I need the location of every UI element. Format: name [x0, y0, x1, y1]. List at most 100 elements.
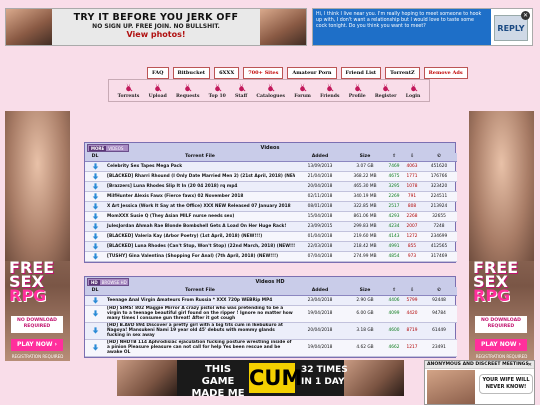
column-header[interactable]: DL — [85, 153, 105, 162]
nav-icon-top-10[interactable]: Top 10 — [209, 82, 226, 99]
download-icon[interactable] — [92, 310, 99, 317]
close-icon[interactable]: ✕ — [528, 362, 532, 368]
table-row: [BLACKED] Luna Rhodes (Can't Stop, Won't… — [85, 241, 457, 252]
file-size: 274.99 MB — [345, 251, 385, 262]
play-now-button[interactable]: PLAY NOW › — [11, 339, 63, 351]
bottom-banner-ad[interactable]: THIS GAME MADE ME CUM 32 TIMES IN 1 DAY — [117, 360, 404, 396]
torrent-title[interactable]: MomXXX Susie Q (They Asian MILF nurse ne… — [105, 211, 295, 222]
nav-bitbucket[interactable]: Bitbucket — [172, 67, 211, 79]
nav-icon-torrents[interactable]: Torrents — [118, 82, 139, 99]
torrent-title[interactable]: [HD] SIMS! 802 Maggie Mirror A crazy pis… — [105, 305, 295, 323]
download-icon[interactable] — [92, 232, 99, 240]
nav-faq[interactable]: FAQ — [147, 67, 169, 79]
download-cell[interactable] — [85, 211, 105, 222]
column-header[interactable]: © — [421, 287, 457, 296]
torrent-title[interactable]: [HD] NHDTB 114 Aphrodisiac ejaculation f… — [105, 339, 295, 357]
download-icon[interactable] — [92, 202, 99, 210]
nav-torrentz[interactable]: TorrentZ — [385, 67, 420, 79]
column-header[interactable]: Size — [345, 287, 385, 296]
torrent-title[interactable]: [Brazzers] Luna Rhodes Slip It In (20 04… — [105, 181, 295, 192]
nav-icon-requests[interactable]: Requests — [176, 82, 199, 99]
torrent-title[interactable]: JulesJordan Ahmah Rae Blonde Bombshell G… — [105, 221, 295, 232]
nav-icon-friends[interactable]: Friends — [320, 82, 340, 99]
play-now-button[interactable]: PLAY NOW › — [475, 339, 527, 351]
column-header[interactable]: ⇩ — [403, 153, 421, 162]
download-cell[interactable] — [85, 295, 105, 306]
seeders: 4293 — [385, 211, 403, 222]
column-header[interactable]: Torrent File — [105, 153, 295, 162]
column-header[interactable]: ⇧ — [385, 153, 403, 162]
table-row: [TUSHY] Gina Valentina (Shopping For Ana… — [85, 251, 457, 262]
download-cell[interactable] — [85, 322, 105, 340]
column-header[interactable]: Added — [295, 153, 345, 162]
column-header[interactable]: Torrent File — [105, 287, 295, 296]
ad-cta[interactable]: View photos! — [58, 30, 254, 39]
close-icon[interactable]: ✕ — [521, 11, 530, 20]
torrent-title[interactable]: MilfHunter Alexis Fawx (Fierce fawx) 02 … — [105, 191, 295, 202]
torrent-title[interactable]: [TUSHY] Gina Valentina (Shopping For Ana… — [105, 251, 295, 262]
more-videos-badge[interactable]: MORE VIDEOS — [87, 144, 129, 152]
download-icon[interactable] — [92, 212, 99, 220]
nav-700-sites[interactable]: 700+ Sites — [243, 67, 284, 79]
added-date: 23/04/2018 — [295, 295, 345, 306]
download-cell[interactable] — [85, 305, 105, 323]
download-icon[interactable] — [92, 296, 99, 304]
download-cell[interactable] — [85, 181, 105, 192]
download-icon[interactable] — [92, 182, 99, 190]
torrent-title[interactable]: [BLACKED] Valeria Kay (Arbor Poetry) (1s… — [105, 231, 295, 242]
nav-remove-ads[interactable]: Remove Ads — [423, 67, 468, 79]
torrent-title[interactable]: X Art Jessica (Work It Say at the Office… — [105, 201, 295, 212]
browse-hd-badge[interactable]: HD BROWSE HD — [87, 278, 129, 286]
torrent-title[interactable]: [BLACKED] Rharri Rhound (I Only Date Mar… — [105, 171, 295, 182]
table-row: [Brazzers] Luna Rhodes Slip It In (20 04… — [85, 181, 457, 192]
download-icon[interactable] — [92, 192, 99, 200]
download-cell[interactable] — [85, 221, 105, 232]
torrent-title[interactable]: Teenage Anal Virgin Amateurs From Russia… — [105, 295, 295, 306]
column-header[interactable]: Added — [295, 287, 345, 296]
download-cell[interactable] — [85, 161, 105, 172]
nav-icon-staff[interactable]: Staff — [235, 82, 247, 99]
column-header[interactable]: Size — [345, 153, 385, 162]
meetings-ad[interactable]: ANONYMOUS AND DISCREET MEETINGS ✕ YOUR W… — [424, 360, 535, 405]
column-header[interactable]: ⇩ — [403, 287, 421, 296]
top-banner-ad[interactable]: TRY IT BEFORE YOU JERK OFF NO SIGN UP. F… — [5, 8, 307, 46]
download-icon[interactable] — [92, 242, 99, 250]
nav-icon-register[interactable]: Register — [375, 82, 397, 99]
column-header[interactable]: DL — [85, 287, 105, 296]
nav-icon-upload[interactable]: Upload — [149, 82, 167, 99]
nav-icon-login[interactable]: Login — [406, 82, 420, 99]
table-row: MilfHunter Alexis Fawx (Fierce fawx) 02 … — [85, 191, 457, 202]
side-ad-left[interactable]: FREE SEX RPG NO DOWNLOAD REQUIRED PLAY NOW… — [5, 111, 70, 361]
download-cell[interactable] — [85, 231, 105, 242]
nav-icon-profile[interactable]: Profile — [349, 82, 366, 99]
download-icon[interactable] — [92, 222, 99, 230]
download-icon[interactable] — [92, 327, 99, 334]
added-date: 20/04/2018 — [295, 181, 345, 192]
download-cell[interactable] — [85, 201, 105, 212]
nav-icon-forum[interactable]: Forum — [294, 82, 311, 99]
download-cell[interactable] — [85, 241, 105, 252]
table-row: [BLACKED] Rharri Rhound (I Only Date Mar… — [85, 171, 457, 182]
column-header[interactable]: © — [421, 153, 457, 162]
nav-amateur-porn[interactable]: Amateur Porn — [287, 67, 337, 79]
column-header[interactable]: ⇧ — [385, 287, 403, 296]
ad-text-left: THIS GAME MADE ME — [191, 364, 245, 396]
download-icon[interactable] — [92, 252, 99, 260]
download-cell[interactable] — [85, 191, 105, 202]
download-icon[interactable] — [92, 162, 99, 170]
nav-friend-list[interactable]: Friend List — [340, 67, 382, 79]
download-icon[interactable] — [92, 344, 99, 351]
download-cell[interactable] — [85, 171, 105, 182]
chat-ad[interactable]: Hi, I think I live near you. I'm really … — [312, 8, 533, 46]
side-ad-right[interactable]: FREE SEX RPG NO DOWNLOAD REQUIRED PLAY NOW… — [469, 111, 534, 361]
nav-6xxx[interactable]: 6XXX — [214, 67, 240, 79]
download-cell[interactable] — [85, 339, 105, 357]
seeders: 4675 — [385, 171, 403, 182]
torrent-title[interactable]: [HD] B.AVD 894 Discover a pretty girl wi… — [105, 322, 295, 340]
download-icon[interactable] — [92, 172, 99, 180]
download-cell[interactable] — [85, 251, 105, 262]
nav-icon-catalogues[interactable]: Catalogues — [256, 82, 285, 99]
torrent-title[interactable]: [BLACKED] Luna Rhodes (Can't Stop, Won't… — [105, 241, 295, 252]
completed: 7248 — [421, 221, 457, 232]
torrent-title[interactable]: Celebrity Sex Tapes Mega Pack — [105, 161, 295, 172]
